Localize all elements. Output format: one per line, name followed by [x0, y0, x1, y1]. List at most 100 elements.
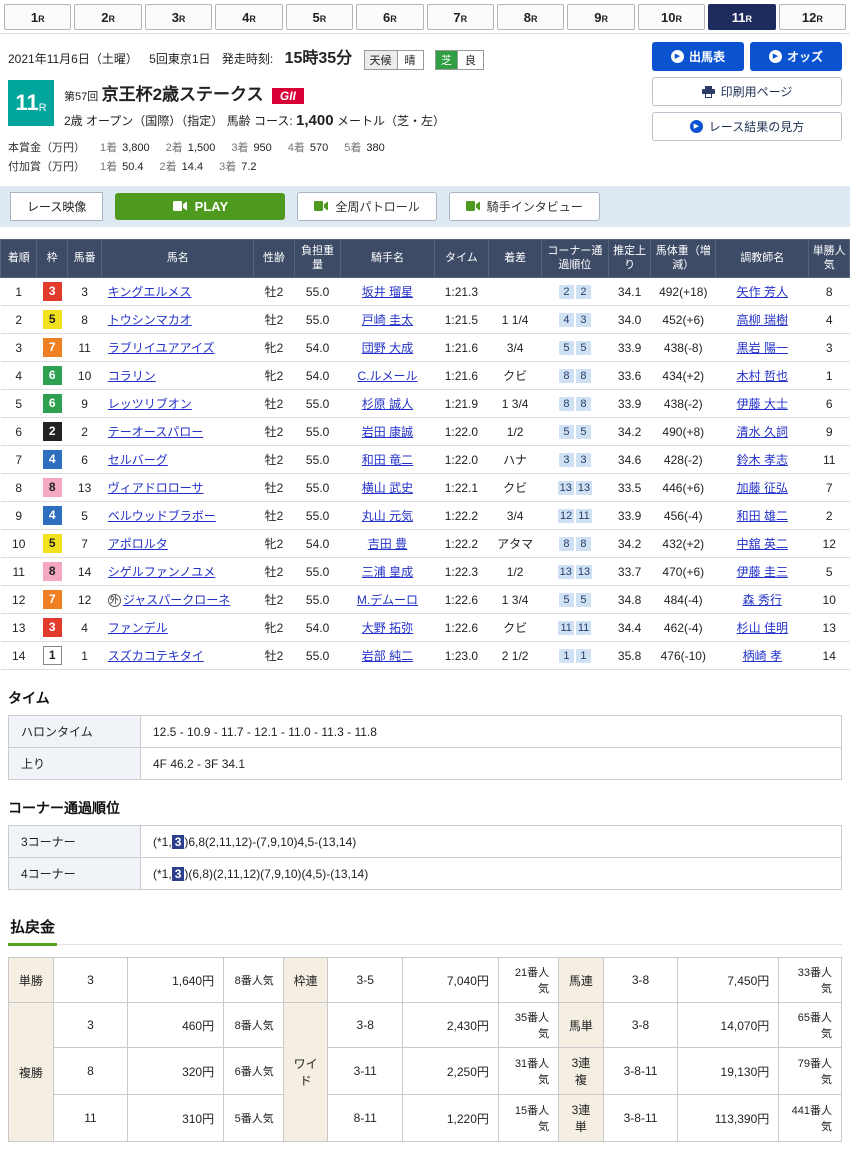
jockey-link[interactable]: 丸山 元気 [362, 509, 413, 523]
finish-time: 1:22.2 [434, 530, 489, 558]
jockey-link[interactable]: 岩部 純二 [362, 649, 413, 663]
jockey-link[interactable]: 三浦 皇成 [362, 565, 413, 579]
jockey-interview-button[interactable]: 騎手インタビュー [449, 192, 600, 221]
horse-name-link[interactable]: ベルウッドブラボー [108, 509, 216, 523]
race-tab-12r[interactable]: 12R [779, 4, 846, 30]
jockey-link[interactable]: 坂井 瑠星 [362, 285, 413, 299]
race-tab-7r[interactable]: 7R [427, 4, 494, 30]
horse-body-weight: 476(-10) [651, 642, 716, 670]
estimated-last-3f: 35.8 [608, 642, 651, 670]
result-guide-button[interactable]: ▶ レース結果の見方 [652, 112, 842, 141]
jockey-link[interactable]: 杉原 誠人 [362, 397, 413, 411]
race-tab-10r[interactable]: 10R [638, 4, 705, 30]
frame-badge: 8 [43, 562, 62, 581]
horse-name-link[interactable]: スズカコテキタイ [108, 649, 204, 663]
odds-button[interactable]: ▶ オッズ [750, 42, 842, 71]
jockey-link[interactable]: 戸崎 圭太 [362, 313, 413, 327]
horse-name-link[interactable]: ラブリイユアアイズ [108, 341, 215, 355]
horse-name-link[interactable]: セルバーグ [108, 453, 168, 467]
carried-weight: 55.0 [294, 502, 341, 530]
foreign-bred-mark: 外 [108, 594, 121, 607]
trainer-link[interactable]: 加藤 征弘 [737, 481, 788, 495]
jockey-link[interactable]: M.デムーロ [357, 593, 418, 607]
horse-name-link[interactable]: ファンデル [108, 621, 168, 635]
jockey-link[interactable]: C.ルメール [357, 369, 417, 383]
margin: ハナ [489, 446, 542, 474]
race-tab-6r[interactable]: 6R [356, 4, 423, 30]
frame-cell: 4 [37, 446, 67, 474]
race-video-label: レース映像 [10, 192, 103, 221]
race-tab-9r[interactable]: 9R [567, 4, 634, 30]
race-video-play-button[interactable]: PLAY [115, 193, 285, 220]
jockey-link[interactable]: 岩田 康誠 [362, 425, 413, 439]
horse-name-cell: シゲルファンノユメ [102, 558, 254, 586]
horse-number: 2 [67, 418, 101, 446]
win-popularity: 10 [809, 586, 850, 614]
trainer-cell: 矢作 芳人 [716, 278, 809, 306]
trainer-link[interactable]: 木村 哲也 [737, 369, 788, 383]
horse-name-link[interactable]: トウシンマカオ [108, 313, 192, 327]
win-popularity: 5 [809, 558, 850, 586]
trainer-link[interactable]: 鈴木 孝志 [737, 453, 788, 467]
race-tab-11r[interactable]: 11R [708, 4, 775, 30]
print-page-button[interactable]: 印刷用ページ [652, 77, 842, 106]
trainer-link[interactable]: 清水 久詞 [737, 425, 788, 439]
trainer-link[interactable]: 伊藤 大士 [737, 397, 788, 411]
race-date-line: 2021年11月6日（土曜） 5回東京1日 発走時刻: 15時35分 天候 晴 … [8, 42, 642, 70]
jockey-link[interactable]: 大野 拓弥 [362, 621, 413, 635]
bet-type-label: 馬連 [559, 958, 604, 1003]
jockey-cell: 岩田 康誠 [341, 418, 434, 446]
race-header-info: 2021年11月6日（土曜） 5回東京1日 発走時刻: 15時35分 天候 晴 … [8, 42, 642, 178]
trainer-link[interactable]: 森 秀行 [743, 593, 782, 607]
horse-name-link[interactable]: アポロルタ [108, 537, 168, 551]
trainer-link[interactable]: 中舘 英二 [737, 537, 788, 551]
horse-name-link[interactable]: キングエルメス [108, 285, 192, 299]
trainer-link[interactable]: 杉山 佳明 [737, 621, 788, 635]
jockey-link[interactable]: 和田 竜二 [362, 453, 413, 467]
sex-age: 牡2 [254, 558, 295, 586]
trainer-link[interactable]: 黒岩 陽一 [737, 341, 788, 355]
result-row: 1057アポロルタ牝254.0吉田 豊1:22.2アタマ8834.2432(+2… [1, 530, 850, 558]
jockey-link[interactable]: 団野 大成 [362, 341, 413, 355]
bet-combination: 3-5 [328, 958, 403, 1003]
trainer-link[interactable]: 矢作 芳人 [737, 285, 788, 299]
patrol-video-button[interactable]: 全周パトロール [297, 192, 436, 221]
race-tab-4r[interactable]: 4R [215, 4, 282, 30]
jockey-link[interactable]: 吉田 豊 [368, 537, 407, 551]
race-tab-1r[interactable]: 1R [4, 4, 71, 30]
corner-position-badge: 5 [559, 593, 574, 607]
race-tab-5r[interactable]: 5R [286, 4, 353, 30]
horse-number: 1 [67, 642, 101, 670]
horse-name-cell: テーオースパロー [102, 418, 254, 446]
finish-position: 6 [1, 418, 37, 446]
results-column-header: 馬番 [67, 239, 101, 278]
race-tab-3r[interactable]: 3R [145, 4, 212, 30]
trainer-link[interactable]: 和田 雄二 [737, 509, 788, 523]
corner-position-badge: 12 [558, 509, 574, 523]
race-title-block: 11R 第57回 京王杯2歳ステークス GII 2歳 オープン（国際）（指定） … [8, 80, 642, 129]
jockey-cell: 団野 大成 [341, 334, 434, 362]
horse-name-link[interactable]: ヴィアドロローサ [108, 481, 204, 495]
corner-position-badge: 2 [576, 285, 591, 299]
trainer-link[interactable]: 高柳 瑞樹 [737, 313, 788, 327]
result-row: 3711ラブリイユアアイズ牝254.0団野 大成1:21.63/45533.94… [1, 334, 850, 362]
horse-body-weight: 470(+6) [651, 558, 716, 586]
horse-name-link[interactable]: レッツリブオン [108, 397, 192, 411]
horse-name-link[interactable]: シゲルファンノユメ [108, 565, 215, 579]
results-column-header: 推定上り [608, 239, 651, 278]
race-tab-2r[interactable]: 2R [74, 4, 141, 30]
margin: アタマ [489, 530, 542, 558]
horse-name-link[interactable]: ジャスパークローネ [123, 593, 230, 607]
sex-age: 牡2 [254, 446, 295, 474]
race-tab-8r[interactable]: 8R [497, 4, 564, 30]
jockey-cell: 和田 竜二 [341, 446, 434, 474]
horse-name-link[interactable]: テーオースパロー [108, 425, 203, 439]
trainer-link[interactable]: 柄崎 孝 [743, 649, 782, 663]
results-column-header: 着差 [489, 239, 542, 278]
entries-button[interactable]: ▶ 出馬表 [652, 42, 744, 71]
jockey-link[interactable]: 横山 武史 [362, 481, 413, 495]
corner-section-title: コーナー通過順位 [8, 798, 842, 818]
trainer-link[interactable]: 伊藤 圭三 [737, 565, 788, 579]
horse-name-link[interactable]: コラリン [108, 369, 156, 383]
time-row-label: ハロンタイム [9, 716, 141, 748]
